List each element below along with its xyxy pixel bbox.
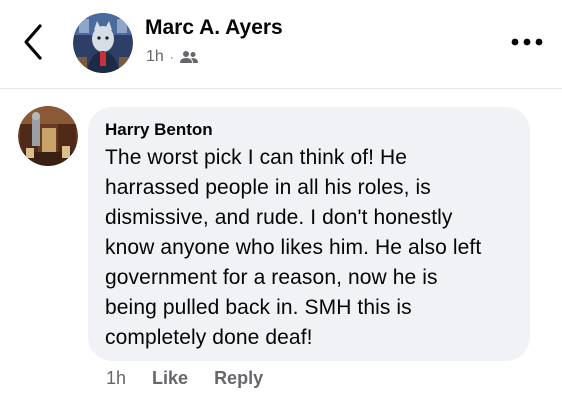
post-header: Marc A. Ayers 1h ·: [0, 0, 562, 89]
comment-line: being pulled back in. SMH this is: [105, 296, 412, 319]
author-avatar[interactable]: [73, 13, 133, 73]
more-dots-icon: [511, 38, 543, 46]
like-button[interactable]: Like: [152, 368, 188, 389]
comment-thread-view: Marc A. Ayers 1h · Harry Benton The wors…: [0, 0, 562, 407]
commenter-avatar[interactable]: [18, 106, 78, 166]
comment-text: The worst pick I can think of! He harras…: [105, 143, 514, 353]
friends-icon: [179, 51, 198, 63]
commenter-name[interactable]: Harry Benton: [105, 119, 213, 141]
comment-line: dismissive, and rude. I don't honestly: [105, 206, 453, 229]
comment-actions: 1h Like Reply: [106, 368, 289, 389]
comment-line: completely done deaf!: [105, 326, 313, 349]
post-meta: 1h ·: [146, 48, 198, 66]
comment-line: The worst pick I can think of! He: [105, 146, 408, 169]
comment-line: harrassed people in all his roles, is: [105, 176, 431, 199]
meta-separator: ·: [169, 50, 174, 64]
more-options-button[interactable]: [508, 30, 546, 54]
comment-bubble: Harry Benton The worst pick I can think …: [88, 107, 530, 361]
post-time: 1h: [146, 48, 164, 65]
comment-time: 1h: [106, 368, 127, 388]
chevron-left-icon: [24, 24, 42, 60]
comment-line: know anyone who likes him. He also left: [105, 236, 482, 259]
back-button[interactable]: [18, 22, 50, 62]
commenter-avatar-image: [18, 106, 78, 166]
author-avatar-image: [73, 13, 133, 73]
author-name[interactable]: Marc A. Ayers: [145, 16, 283, 40]
reply-button[interactable]: Reply: [214, 368, 263, 389]
comment-line: government for a reason, now he is: [105, 266, 438, 289]
